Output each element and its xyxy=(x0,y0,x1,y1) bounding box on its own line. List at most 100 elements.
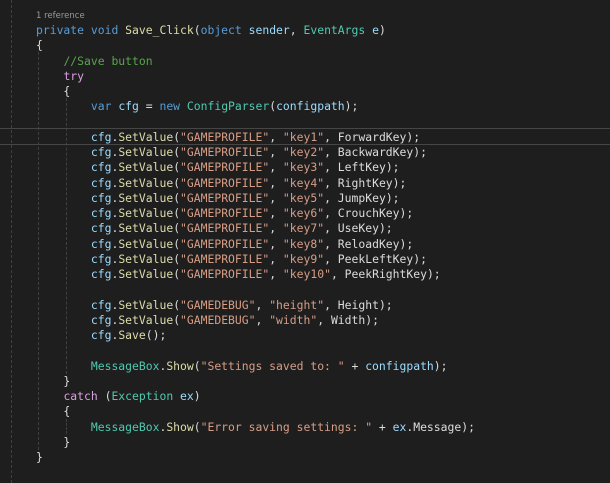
code-token: cfg xyxy=(90,221,112,236)
code-line[interactable]: cfg.SetValue("GAMEPROFILE", "key7", UseK… xyxy=(36,221,475,236)
code-token: "GAMEDEBUG" xyxy=(180,297,256,312)
code-line[interactable] xyxy=(36,282,475,297)
code-token: configpath xyxy=(365,358,434,373)
code-line[interactable] xyxy=(36,343,475,358)
code-line[interactable]: { xyxy=(36,38,475,53)
code-line[interactable]: try xyxy=(36,69,475,84)
code-line[interactable] xyxy=(36,115,475,130)
code-token: Save xyxy=(118,328,146,342)
code-token: "key2" xyxy=(282,145,325,159)
code-token: , xyxy=(269,190,283,205)
code-token: Show xyxy=(166,358,194,373)
code-token: , xyxy=(269,160,283,175)
code-token: "GAMEPROFILE" xyxy=(180,267,270,281)
code-line[interactable]: cfg.SetValue("GAMEPROFILE", "key3", Left… xyxy=(36,160,475,175)
code-token: SetValue xyxy=(118,145,174,159)
code-token: } xyxy=(36,434,71,449)
code-token: , xyxy=(255,312,270,327)
code-line[interactable]: cfg.SetValue("GAMEPROFILE", "key1", Forw… xyxy=(36,130,475,145)
code-token: "GAMEPROFILE" xyxy=(180,190,270,205)
code-token: SetValue xyxy=(118,160,174,175)
code-token: RightKey xyxy=(337,175,393,190)
code-line[interactable]: cfg.SetValue("GAMEPROFILE", "key6", Crou… xyxy=(36,206,475,221)
code-token: "key1" xyxy=(282,129,325,144)
code-token: , xyxy=(324,175,338,190)
code-token: JumpKey xyxy=(337,190,386,205)
code-token: var xyxy=(90,99,119,114)
code-line[interactable]: var cfg = new ConfigParser(configpath); xyxy=(36,99,475,114)
code-token: = xyxy=(138,99,160,114)
code-token: , xyxy=(269,267,283,281)
code-token: ForwardKey xyxy=(337,129,407,144)
code-token: "GAMEPROFILE" xyxy=(180,206,270,220)
code-token: "GAMEPROFILE" xyxy=(180,236,270,251)
code-token: "key3" xyxy=(282,160,325,175)
code-line[interactable]: cfg.SetValue("GAMEPROFILE", "key8", Relo… xyxy=(36,237,475,252)
code-line[interactable]: cfg.SetValue("GAMEPROFILE", "key4", Righ… xyxy=(36,176,475,191)
code-line[interactable]: cfg.SetValue("GAMEPROFILE", "key5", Jump… xyxy=(36,191,475,206)
code-token: ex xyxy=(180,389,194,403)
code-token: UseKey xyxy=(337,221,379,236)
code-token: Height xyxy=(337,297,379,312)
code-token: , xyxy=(269,221,283,236)
code-line[interactable]: cfg.SetValue("GAMEPROFILE", "key9", Peek… xyxy=(36,252,475,267)
code-token: ); xyxy=(433,358,448,373)
code-token: ( xyxy=(193,23,201,37)
code-editor[interactable]: private void Save_Click(object sender, E… xyxy=(36,23,475,465)
code-token: PeekLeftKey xyxy=(337,251,414,266)
code-line[interactable]: MessageBox.Show("Error saving settings: … xyxy=(36,420,475,435)
code-token: cfg xyxy=(90,160,112,175)
code-line[interactable]: { xyxy=(36,404,475,419)
code-token: , xyxy=(324,236,338,251)
code-token: ); xyxy=(461,419,475,434)
code-token: "key4" xyxy=(282,175,325,190)
code-line[interactable]: cfg.SetValue("GAMEPROFILE", "key2", Back… xyxy=(36,145,475,160)
code-line[interactable]: cfg.SetValue("GAMEPROFILE", "key10", Pee… xyxy=(36,267,475,282)
code-line[interactable]: catch (Exception ex) xyxy=(36,389,475,404)
codelens-references[interactable]: 1 reference xyxy=(36,11,85,21)
code-token: MessageBox xyxy=(90,419,160,434)
code-token: , xyxy=(269,175,283,190)
code-token: ); xyxy=(413,145,427,159)
code-token: , xyxy=(324,129,338,144)
code-line[interactable]: } xyxy=(36,374,475,389)
code-token: sender xyxy=(248,23,290,37)
code-token: { xyxy=(36,84,71,98)
code-token: ( xyxy=(193,358,201,373)
code-line[interactable]: cfg.SetValue("GAMEDEBUG", "width", Width… xyxy=(36,313,475,328)
code-token: ); xyxy=(426,267,441,281)
code-token: cfg xyxy=(90,251,112,266)
indent-guide xyxy=(11,0,12,483)
code-line[interactable]: private void Save_Click(object sender, E… xyxy=(36,23,475,38)
code-line[interactable]: cfg.Save(); xyxy=(36,328,475,343)
code-token: { xyxy=(36,404,71,419)
code-token: , xyxy=(269,129,283,144)
code-token: SetValue xyxy=(118,312,174,327)
code-token: "Error saving settings: " xyxy=(200,419,373,434)
code-token: ex xyxy=(392,419,407,434)
code-token: SetValue xyxy=(118,267,174,281)
code-token: SetValue xyxy=(118,190,174,205)
code-token: ); xyxy=(378,221,393,236)
code-token: cfg xyxy=(90,328,112,342)
code-line[interactable]: cfg.SetValue("GAMEDEBUG", "height", Heig… xyxy=(36,298,475,313)
code-token: Show xyxy=(166,419,194,434)
code-token: "GAMEDEBUG" xyxy=(180,312,256,327)
code-line[interactable]: } xyxy=(36,450,475,465)
code-token: cfg xyxy=(90,267,112,281)
code-token: , xyxy=(269,145,283,159)
code-token: SetValue xyxy=(118,129,174,144)
code-token: SetValue xyxy=(118,206,174,220)
code-line[interactable]: } xyxy=(36,435,475,450)
code-line[interactable]: //Save button xyxy=(36,54,475,69)
code-token: ); xyxy=(378,297,393,312)
code-token: "GAMEPROFILE" xyxy=(180,129,270,144)
code-line[interactable]: { xyxy=(36,84,475,99)
code-token: , xyxy=(330,267,345,281)
code-line[interactable]: MessageBox.Show("Settings saved to: " + … xyxy=(36,359,475,374)
